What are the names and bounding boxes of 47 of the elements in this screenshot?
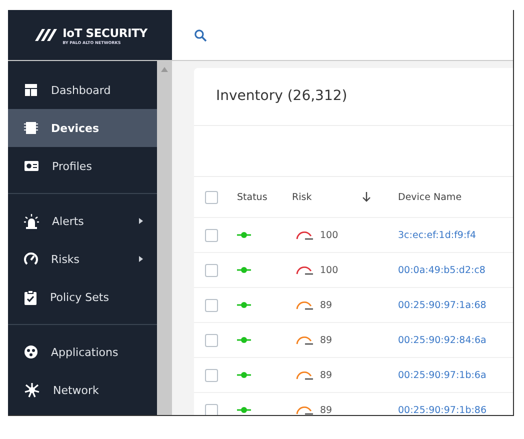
- clipboard-check-icon: [24, 290, 37, 304]
- device-name-link[interactable]: 00:0a:49:b5:d2:c8: [398, 264, 486, 276]
- risk-score: 89: [320, 334, 332, 346]
- dashboard-icon: [24, 83, 38, 97]
- network-icon: [24, 382, 40, 398]
- gauge-icon: [24, 252, 38, 266]
- sidebar-item[interactable]: Profiles: [8, 147, 157, 185]
- sidebar-item[interactable]: Applications: [8, 333, 157, 371]
- id-card-icon: [24, 160, 39, 172]
- scrollbar[interactable]: [157, 61, 172, 415]
- sidebar-item[interactable]: Risks: [8, 240, 157, 278]
- caret-icon: [139, 256, 143, 262]
- sidebar-item[interactable]: Policy Sets: [8, 278, 157, 316]
- sidebar-item[interactable]: Dashboard: [8, 71, 157, 109]
- device-name-link[interactable]: 00:25:90:97:1b:86: [398, 404, 487, 415]
- risk-score: 89: [320, 404, 332, 415]
- search-icon[interactable]: [194, 28, 207, 42]
- caret-icon: [139, 218, 143, 224]
- device-name-link[interactable]: 00:25:90:97:1b:6a: [398, 370, 486, 380]
- risk-score: 89: [320, 370, 332, 380]
- sort-down-icon[interactable]: [362, 192, 371, 202]
- column-header[interactable]: Status: [237, 192, 292, 202]
- row-checkbox[interactable]: [205, 264, 218, 276]
- risk-score: 100: [320, 230, 338, 240]
- select-all-checkbox[interactable]: [205, 190, 218, 204]
- device-name-link[interactable]: 00:25:90:97:1a:68: [398, 300, 486, 310]
- device-name-link[interactable]: 3c:ec:ef:1d:f9:f4: [398, 230, 476, 240]
- dots-circle-icon: [24, 345, 38, 359]
- column-header[interactable]: Risk: [292, 192, 362, 202]
- chip-icon: [24, 121, 38, 135]
- row-checkbox[interactable]: [205, 228, 218, 242]
- sidebar-item[interactable]: Network: [8, 371, 157, 409]
- risk-score: 89: [320, 300, 332, 310]
- logo-icon: [32, 27, 59, 43]
- sidebar-item[interactable]: Devices: [8, 109, 157, 147]
- column-header[interactable]: Device Name: [398, 192, 462, 202]
- risk-score: 100: [320, 264, 338, 276]
- row-checkbox[interactable]: [205, 334, 218, 346]
- sidebar-item[interactable]: Alerts: [8, 202, 157, 240]
- row-checkbox[interactable]: [205, 368, 218, 382]
- brand-name: IoT SECURITY: [62, 26, 148, 40]
- inventory-title: Inventory (26,312): [194, 68, 513, 126]
- row-checkbox[interactable]: [205, 298, 218, 312]
- siren-icon: [24, 214, 39, 228]
- row-checkbox[interactable]: [205, 404, 218, 415]
- device-name-link[interactable]: 00:25:90:92:84:6a: [398, 334, 486, 346]
- scroll-up-icon[interactable]: [161, 67, 168, 72]
